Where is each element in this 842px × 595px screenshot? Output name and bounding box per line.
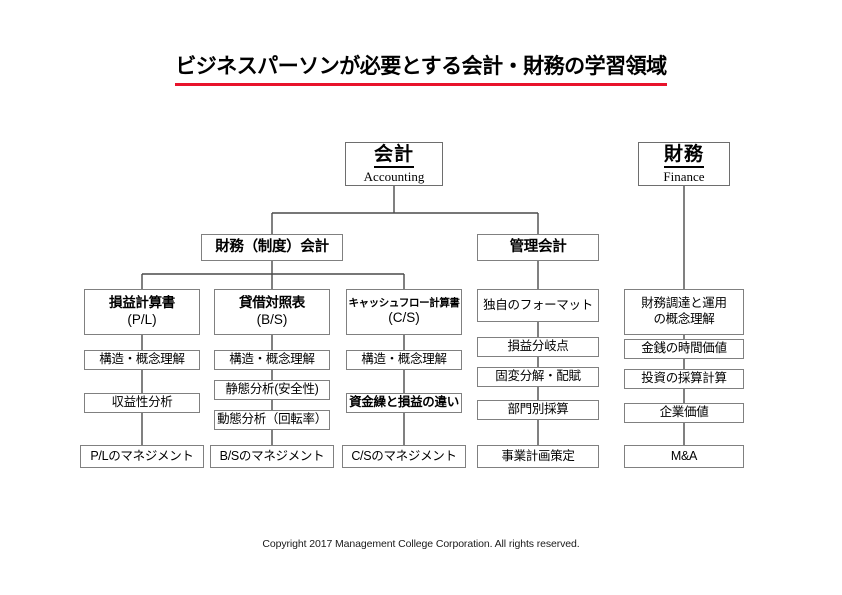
node-fin-header-ja-line2: の概念理解 (653, 312, 715, 326)
node-mgmt-item-3: 部門別採算 (477, 400, 599, 420)
node-cs-item-2-label: 資金繰と損益の違い (349, 395, 459, 410)
node-bs-header-ja: 貸借対照表 (239, 295, 305, 311)
node-cs-item-1: 構造・概念理解 (346, 350, 462, 370)
node-mgmt-header: 独自のフォーマット (477, 289, 599, 322)
node-bs-header: 貸借対照表 (B/S) (214, 289, 330, 335)
node-management-accounting: 管理会計 (477, 234, 599, 261)
node-accounting-root: 会計 Accounting (345, 142, 443, 186)
node-pl-item-1: 構造・概念理解 (84, 350, 200, 370)
node-management-accounting-label: 管理会計 (509, 239, 567, 256)
node-mgmt-item-2-label: 固変分解・配賦 (495, 369, 581, 384)
node-pl-item-3: P/Lのマネジメント (80, 445, 204, 468)
node-fin-item-4-label: M&A (670, 448, 698, 463)
node-cs-item-3-label: C/Sのマネジメント (351, 448, 457, 463)
node-mgmt-item-3-label: 部門別採算 (507, 402, 569, 417)
node-cs-header-en: (C/S) (388, 310, 420, 326)
node-bs-item-2: 静態分析(安全性) (214, 380, 330, 400)
node-fin-item-1-label: 金銭の時間価値 (641, 341, 727, 356)
node-mgmt-header-ja: 独自のフォーマット (483, 297, 593, 312)
node-bs-item-3-label: 動態分析（回転率） (217, 412, 327, 427)
node-fin-item-1: 金銭の時間価値 (624, 339, 744, 359)
node-cs-header-ja: キャッシュフロー計算書 (348, 297, 460, 309)
node-mgmt-item-1-label: 損益分岐点 (507, 339, 569, 354)
node-pl-item-3-label: P/Lのマネジメント (90, 448, 194, 463)
node-fin-item-2: 投資の採算計算 (624, 369, 744, 389)
node-bs-header-en: (B/S) (256, 312, 288, 327)
node-bs-item-3: 動態分析（回転率） (214, 410, 330, 430)
node-cs-header: キャッシュフロー計算書 (C/S) (346, 289, 462, 335)
node-fin-header: 財務調達と運用 の概念理解 (624, 289, 744, 335)
diagram-canvas: ビジネスパーソンが必要とする会計・財務の学習領域 会計 Accounting 財… (0, 0, 842, 595)
node-cs-item-3: C/Sのマネジメント (342, 445, 466, 468)
node-fin-item-4: M&A (624, 445, 744, 468)
node-pl-header-ja: 損益計算書 (109, 295, 175, 311)
page-title-text: ビジネスパーソンが必要とする会計・財務の学習領域 (175, 50, 667, 86)
node-bs-item-4-label: B/Sのマネジメント (219, 448, 325, 463)
node-finance-root-ja: 財務 (663, 143, 704, 169)
node-accounting-root-en: Accounting (363, 169, 425, 185)
node-pl-item-2-label: 収益性分析 (111, 395, 173, 410)
node-mgmt-item-2: 固変分解・配賦 (477, 367, 599, 387)
node-bs-item-4: B/Sのマネジメント (210, 445, 334, 468)
node-pl-header-en: (P/L) (127, 312, 157, 327)
node-mgmt-item-4-label: 事業計画策定 (501, 448, 575, 463)
node-finance-root: 財務 Finance (638, 142, 730, 186)
node-pl-header: 損益計算書 (P/L) (84, 289, 200, 335)
node-fin-item-3: 企業価値 (624, 403, 744, 423)
node-finance-root-en: Finance (663, 169, 705, 185)
node-fin-item-2-label: 投資の採算計算 (641, 371, 727, 386)
node-fin-item-3-label: 企業価値 (659, 405, 709, 420)
node-cs-item-1-label: 構造・概念理解 (361, 352, 447, 367)
node-accounting-root-ja: 会計 (373, 143, 414, 169)
node-financial-accounting: 財務（制度）会計 (201, 234, 343, 261)
node-financial-accounting-label: 財務（制度）会計 (215, 239, 329, 256)
copyright-footer: Copyright 2017 Management College Corpor… (262, 538, 580, 550)
node-bs-item-2-label: 静態分析(安全性) (225, 382, 319, 397)
node-bs-item-1-label: 構造・概念理解 (229, 352, 315, 367)
node-pl-item-1-label: 構造・概念理解 (99, 352, 185, 367)
node-bs-item-1: 構造・概念理解 (214, 350, 330, 370)
node-pl-item-2: 収益性分析 (84, 393, 200, 413)
node-mgmt-item-1: 損益分岐点 (477, 337, 599, 357)
node-mgmt-item-4: 事業計画策定 (477, 445, 599, 468)
node-fin-header-ja-line1: 財務調達と運用 (641, 296, 727, 311)
page-title: ビジネスパーソンが必要とする会計・財務の学習領域 (0, 50, 842, 86)
node-cs-item-2: 資金繰と損益の違い (346, 393, 462, 413)
